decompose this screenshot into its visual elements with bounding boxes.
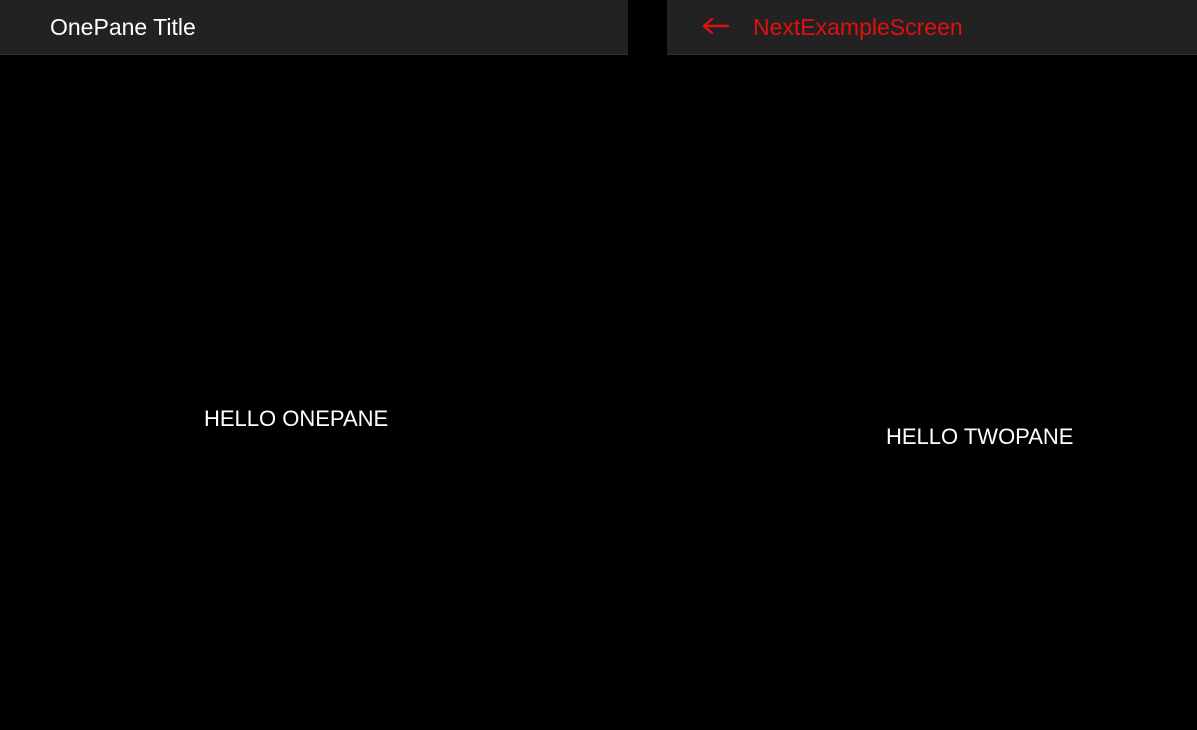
two-pane-content-text: HELLO TWOPANE <box>886 424 1074 449</box>
one-pane-title: OnePane Title <box>50 14 196 40</box>
one-pane-app-bar: OnePane Title <box>0 0 628 55</box>
dual-screen-app: OnePane Title HELLO ONEPANE NextExampleS… <box>0 0 1197 730</box>
screen-hinge <box>628 0 667 730</box>
two-pane-title: NextExampleScreen <box>753 14 963 40</box>
one-pane-content-text: HELLO ONEPANE <box>204 406 389 431</box>
two-pane-app-bar: NextExampleScreen <box>667 0 1197 55</box>
back-button[interactable] <box>697 8 733 44</box>
arrow-left-icon <box>702 17 730 35</box>
two-pane: NextExampleScreen HELLO TWOPANE <box>667 0 1197 730</box>
one-pane: OnePane Title HELLO ONEPANE <box>0 0 628 730</box>
